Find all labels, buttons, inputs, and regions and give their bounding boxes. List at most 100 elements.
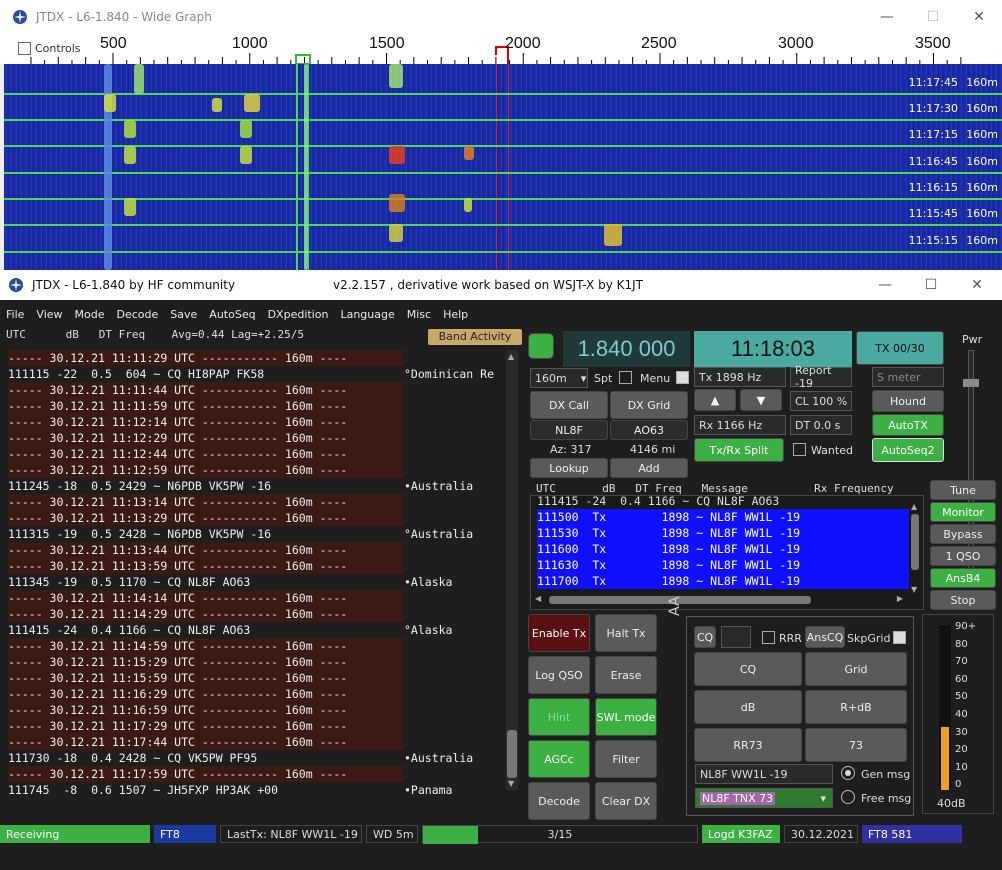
minimize-icon[interactable]: — <box>862 270 908 300</box>
tx-frequency-field[interactable]: Tx 1898 Hz <box>694 367 786 387</box>
rrr-checkbox[interactable] <box>762 631 775 644</box>
stop-button[interactable]: Stop <box>930 590 996 610</box>
decode-separator-row[interactable]: ----- 30.12.21 11:15:29 UTC ----------- … <box>8 654 403 670</box>
decode-message-row[interactable]: 111345 -19 0.5 1170 ~ CQ NL8F AO63 •Alask… <box>8 574 518 590</box>
tx-counter-button[interactable]: TX 00/30 <box>856 331 944 365</box>
msg-rdb-button[interactable]: R+dB <box>805 690 907 724</box>
msg-cq-button[interactable]: CQ <box>694 652 802 686</box>
msg-db-button[interactable]: dB <box>694 690 802 724</box>
decode-separator-row[interactable]: ----- 30.12.21 11:11:44 UTC ----------- … <box>8 382 403 398</box>
hint-button[interactable]: Hint <box>528 698 590 736</box>
erase-button[interactable]: Erase <box>595 656 657 694</box>
decode-separator-row[interactable]: ----- 30.12.21 11:12:44 UTC ----------- … <box>8 446 403 462</box>
band-activity-list[interactable]: ----- 30.12.21 11:11:29 UTC ----------- … <box>8 350 518 870</box>
dx-call-field[interactable]: NL8F <box>530 420 608 440</box>
tx-history-row[interactable]: 111500 Tx 1898 ~ NL8F WW1L -19 <box>537 509 909 525</box>
wanted-checkbox[interactable] <box>793 443 806 456</box>
spt-checkbox[interactable] <box>619 371 632 384</box>
dx-grid-button[interactable]: DX Grid <box>610 391 688 419</box>
decode-separator-row[interactable]: ----- 30.12.21 11:14:14 UTC ----------- … <box>8 590 403 606</box>
close-icon[interactable]: ✕ <box>956 0 1002 33</box>
decode-message-row[interactable]: 111730 -18 0.4 2428 ~ CQ VK5PW PF95 •Aust… <box>8 750 518 766</box>
decode-separator-row[interactable]: ----- 30.12.21 11:16:59 UTC ----------- … <box>8 702 403 718</box>
monitor-button[interactable]: Monitor <box>930 502 996 522</box>
hound-button[interactable]: Hound <box>872 390 944 412</box>
menu-checkbox[interactable] <box>676 371 689 384</box>
decode-separator-row[interactable]: ----- 30.12.21 11:11:29 UTC ----------- … <box>8 350 403 366</box>
decode-button[interactable]: Decode <box>528 782 590 820</box>
dx-call-button[interactable]: DX Call <box>530 391 608 419</box>
decode-message-row[interactable]: 111315 -19 0.5 2428 ~ N6PDB VK5PW -16 °Au… <box>8 526 518 542</box>
tune-button[interactable]: Tune <box>930 480 996 500</box>
msg-grid-button[interactable]: Grid <box>805 652 907 686</box>
decode-separator-row[interactable]: ----- 30.12.21 11:11:59 UTC ----------- … <box>8 398 403 414</box>
decode-separator-row[interactable]: ----- 30.12.21 11:16:29 UTC ----------- … <box>8 686 403 702</box>
decode-separator-row[interactable]: ----- 30.12.21 11:12:14 UTC ----------- … <box>8 414 403 430</box>
rx-hscroll[interactable]: ◀ ▶ <box>535 594 903 606</box>
power-slider-handle[interactable] <box>963 379 979 387</box>
add-button[interactable]: Add <box>610 458 688 478</box>
tx-history-row[interactable]: 111700 Tx 1898 ~ NL8F WW1L -19 <box>537 573 909 589</box>
decode-separator-row[interactable]: ----- 30.12.21 11:13:59 UTC ----------- … <box>8 558 403 574</box>
decode-separator-row[interactable]: ----- 30.12.21 11:13:14 UTC ----------- … <box>8 494 403 510</box>
msg-rr73-button[interactable]: RR73 <box>694 728 802 762</box>
agcc-button[interactable]: AGCc <box>528 740 590 778</box>
msg-73-button[interactable]: 73 <box>805 728 907 762</box>
menu-save[interactable]: Save <box>170 308 197 321</box>
dx-grid-field[interactable]: AO63 <box>610 420 688 440</box>
filter-button[interactable]: Filter <box>595 740 657 778</box>
wide-graph-titlebar[interactable]: JTDX - L6-1.840 - Wide Graph — ☐ ✕ <box>0 0 1002 33</box>
decode-separator-row[interactable]: ----- 30.12.21 11:12:59 UTC ----------- … <box>8 462 403 478</box>
cq-small-button[interactable]: CQ <box>694 626 716 648</box>
anscq-button[interactable]: AnsCQ <box>805 626 845 648</box>
main-titlebar[interactable]: JTDX - L6-1.840 by HF community v2.2.157… <box>0 270 1002 300</box>
maximize-icon[interactable]: ☐ <box>910 0 956 33</box>
lookup-button[interactable]: Lookup <box>530 458 608 478</box>
band-activity-button[interactable]: Band Activity <box>428 329 522 345</box>
decode-scrollbar[interactable]: ▲ ▼ <box>506 350 518 790</box>
minimize-icon[interactable]: — <box>864 0 910 33</box>
frequency-scale[interactable]: Controls 500 1000 1500 2000 2500 3000 35… <box>0 33 1002 64</box>
tx-history[interactable]: 111500 Tx 1898 ~ NL8F WW1L -19 111530 Tx … <box>537 509 909 589</box>
decode-message-row[interactable]: 111745 -8 0.6 1507 ~ JH5FXP HP3AK +00 •Pa… <box>8 782 518 798</box>
autoseq2-button[interactable]: AutoSeq2 <box>872 438 944 462</box>
tx-history-row[interactable]: 111530 Tx 1898 ~ NL8F WW1L -19 <box>537 525 909 541</box>
clear-dx-button[interactable]: Clear DX <box>595 782 657 820</box>
bypass-button[interactable]: Bypass <box>930 524 996 544</box>
decode-message-row[interactable]: 111245 -18 0.5 2429 ~ N6PDB VK5PW -16 •Au… <box>8 478 518 494</box>
decode-separator-row[interactable]: ----- 30.12.21 11:12:29 UTC ----------- … <box>8 430 403 446</box>
band-select[interactable]: 160m ▾ <box>530 368 588 388</box>
menu-file[interactable]: File <box>6 308 24 321</box>
tx-rx-split-button[interactable]: Tx/Rx Split <box>694 438 784 462</box>
decode-separator-row[interactable]: ----- 30.12.21 11:15:59 UTC ----------- … <box>8 670 403 686</box>
decode-separator-row[interactable]: ----- 30.12.21 11:17:29 UTC ----------- … <box>8 718 403 734</box>
dt-field[interactable]: DT 0.0 s <box>790 415 852 435</box>
decode-message-row[interactable]: 111115 -22 0.5 604 ~ CQ HI8PAP FK58 °Domi… <box>8 366 518 382</box>
report-field[interactable]: Report -19 <box>790 364 852 390</box>
menu-dxpedition[interactable]: DXpedition <box>268 308 329 321</box>
font-size-icon[interactable]: AA <box>667 596 683 616</box>
menu-autoseq[interactable]: AutoSeq <box>209 308 255 321</box>
decode-separator-row[interactable]: ----- 30.12.21 11:17:59 UTC ----------- … <box>8 766 403 782</box>
swl-mode-button[interactable]: SWL mode <box>595 698 657 736</box>
tx-history-row[interactable]: 111600 Tx 1898 ~ NL8F WW1L -19 <box>537 541 909 557</box>
maximize-icon[interactable]: ☐ <box>908 270 954 300</box>
cq-field[interactable] <box>721 626 751 648</box>
enable-tx-button[interactable]: Enable Tx <box>528 614 590 652</box>
gen-msg-radio[interactable] <box>841 766 855 780</box>
menu-decode[interactable]: Decode <box>117 308 159 321</box>
menu-view[interactable]: View <box>36 308 62 321</box>
one-qso-button[interactable]: 1 QSO <box>930 546 996 566</box>
waterfall-display[interactable]: 11:17:45 160m 11:17:30 160m 11:17:15 160m 11:1… <box>4 64 1002 270</box>
rx-frequency-panel[interactable]: 111415 -24 0.4 1166 ~ CQ NL8F AO63 11150… <box>530 495 924 610</box>
rx-frequency-field[interactable]: Rx 1166 Hz <box>694 415 786 435</box>
arrow-down-icon[interactable]: ▼ <box>740 389 782 411</box>
menu-mode[interactable]: Mode <box>75 308 105 321</box>
arrow-up-icon[interactable]: ▲ <box>694 389 736 411</box>
cl-field[interactable]: CL 100 % <box>790 391 852 411</box>
menu-misc[interactable]: Misc <box>407 308 431 321</box>
decode-separator-row[interactable]: ----- 30.12.21 11:14:59 UTC ----------- … <box>8 638 403 654</box>
rx-vscroll[interactable]: ▲ ▼ <box>909 502 921 594</box>
gen-msg-field[interactable]: NL8F WW1L -19 <box>695 764 833 784</box>
menu-language[interactable]: Language <box>340 308 394 321</box>
